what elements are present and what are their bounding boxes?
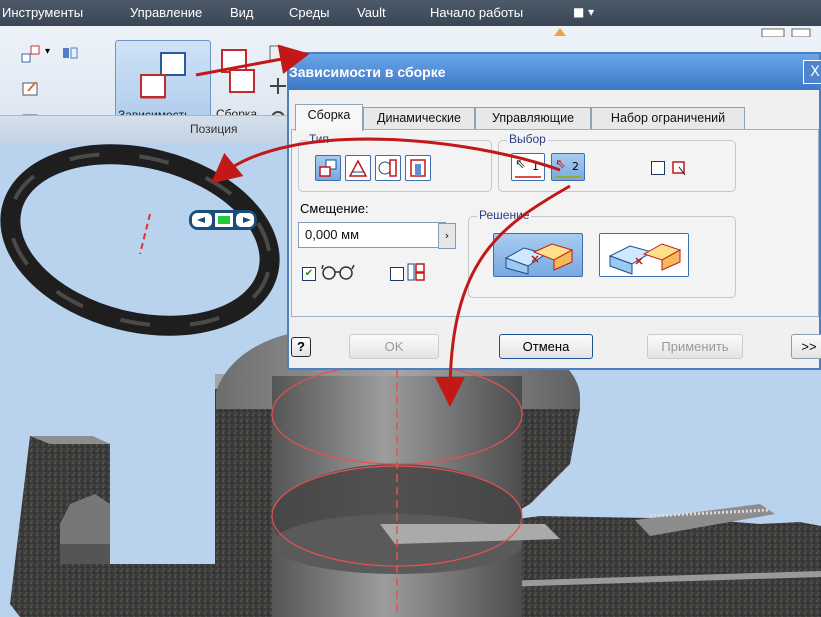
close-icon[interactable]: X [803, 60, 821, 84]
shaft-cylinder[interactable] [272, 376, 560, 617]
menu-item-tools[interactable]: Инструменты [2, 5, 83, 20]
assembly-constraints-dialog: Зависимости в сборке X Сборка Динамическ… [287, 52, 821, 370]
cancel-button[interactable]: Отмена [499, 334, 593, 359]
dialog-title: Зависимости в сборке [289, 64, 446, 80]
pattern-icon[interactable] [60, 44, 82, 64]
solution-group: Решение [468, 208, 736, 298]
menu-item-environments[interactable]: Среды [289, 5, 330, 20]
constraint-icon [140, 52, 186, 99]
housing-left[interactable] [10, 374, 272, 617]
mate-constraint-button[interactable] [315, 155, 341, 181]
position-panel-title: Позиция [190, 122, 238, 136]
angle-constraint-button[interactable] [345, 155, 371, 181]
tab-constraint-set[interactable]: Набор ограничений [591, 107, 745, 130]
ribbon-right-icon[interactable] [550, 26, 570, 38]
select-first-button[interactable]: ⇖ 1 [511, 153, 545, 181]
assembly-icon [221, 49, 255, 93]
view-triad[interactable] [189, 210, 257, 230]
ribbon-panel-title-bar: Позиция [0, 115, 300, 144]
o-ring[interactable] [0, 144, 288, 351]
tab-motion[interactable]: Динамические [363, 107, 475, 130]
menu-item-vault[interactable]: Vault [357, 5, 386, 20]
ok-button[interactable]: OK [349, 334, 439, 359]
insert-icon [410, 159, 426, 177]
select-first-label: 1 [532, 160, 539, 173]
edit-icon[interactable] [20, 78, 42, 98]
cursor-icon: ⇖ [555, 157, 566, 172]
insert-constraint-button[interactable] [405, 155, 431, 181]
tab-assembly[interactable]: Сборка [295, 104, 363, 131]
select-second-button[interactable]: ⇖ 2 [551, 153, 585, 181]
cursor-icon: ⇖ [515, 157, 526, 172]
type-group-label: Тип [307, 132, 332, 146]
camera-dropdown-icon[interactable]: ■ ▾ [573, 5, 594, 19]
second-selection-bar [555, 176, 581, 178]
offset-input[interactable]: 0,000 мм [298, 222, 446, 248]
offset-label: Смещение: [300, 201, 369, 216]
selection-group: Выбор ⇖ 1 ⇖ 2 [498, 132, 736, 192]
help-button[interactable]: ? [291, 337, 311, 357]
selection-group-label: Выбор [507, 132, 548, 146]
menu-item-get-started[interactable]: Начало работы [430, 5, 523, 20]
solution-group-label: Решение [477, 208, 532, 222]
preview-glasses-icon [320, 261, 360, 284]
ribbon-far-right-icon[interactable] [760, 26, 815, 38]
dropdown-arrow-icon[interactable]: ▾ [45, 46, 50, 57]
predict-offset-icon [406, 261, 428, 286]
select-second-label: 2 [572, 160, 579, 173]
dialog-title-bar[interactable]: Зависимости в сборке X [289, 54, 821, 90]
move-component-icon[interactable] [20, 44, 42, 64]
type-group: Тип [298, 132, 492, 192]
first-occurrence-checkbox[interactable] [651, 161, 665, 175]
angle-icon [348, 159, 368, 177]
first-selection-bar [515, 176, 541, 178]
tab-transitional[interactable]: Управляющие [475, 107, 591, 130]
solution-mate-icon [504, 243, 574, 275]
solution-flush-icon [608, 243, 682, 275]
menu-bar: Инструменты Управление Вид Среды Vault Н… [0, 0, 821, 26]
first-occurrence-icon [669, 157, 689, 180]
apply-button[interactable]: Применить [647, 334, 743, 359]
preview-checkbox[interactable]: ✔ [302, 267, 316, 281]
tab-page-assembly: Тип Выбор ⇖ 1 ⇖ 2 Смещение: 0,000 мм › ✔… [291, 129, 819, 317]
tangent-icon [378, 159, 397, 177]
mate-icon [319, 159, 337, 177]
solution-flush-button[interactable] [599, 233, 689, 277]
predict-offset-checkbox[interactable] [390, 267, 404, 281]
offset-arrow-button[interactable]: › [438, 223, 456, 249]
solution-mate-button[interactable] [493, 233, 583, 277]
tangent-constraint-button[interactable] [375, 155, 401, 181]
menu-item-view[interactable]: Вид [230, 5, 254, 20]
more-button[interactable]: >> [791, 334, 821, 359]
menu-item-manage[interactable]: Управление [130, 5, 202, 20]
